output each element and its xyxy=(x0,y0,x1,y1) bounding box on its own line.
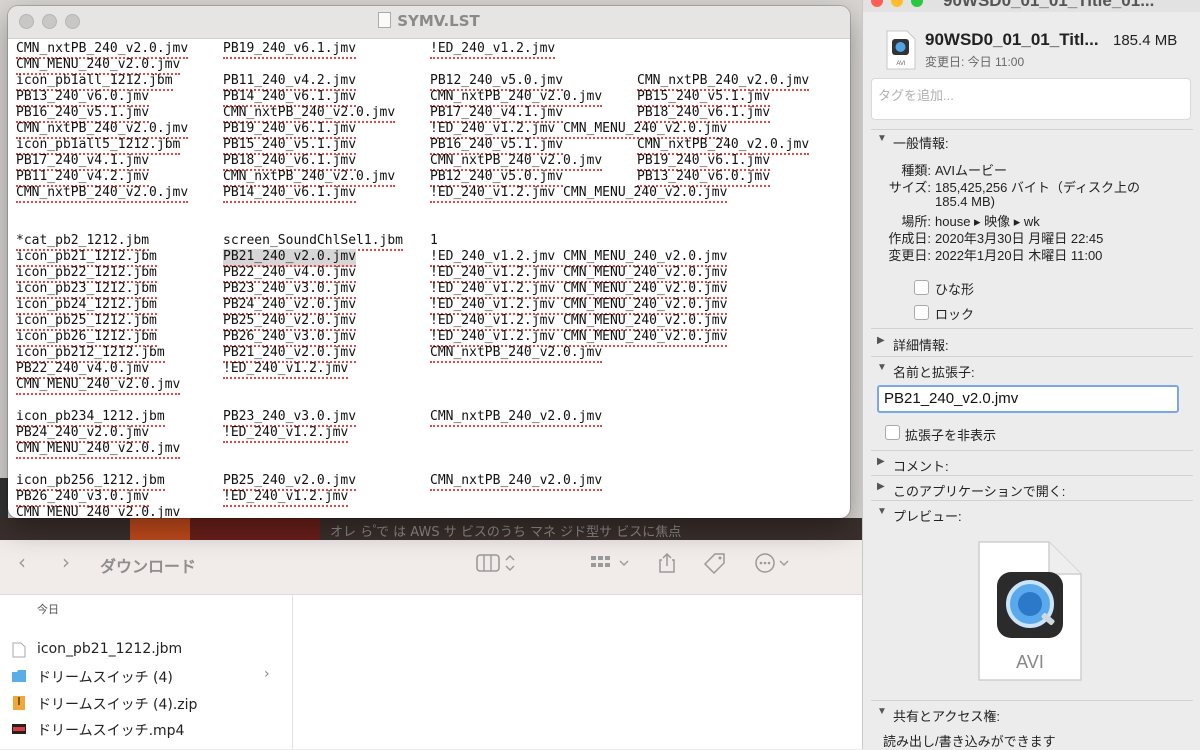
info-window-title: 90WSD0_01_01_Title_01... xyxy=(943,0,1155,10)
editor-line: CMN_MENU_240_v2.0.jmv xyxy=(8,377,850,395)
file-size: 185.4 MB xyxy=(1113,32,1178,49)
chevron-right-icon[interactable]: ▶ xyxy=(877,481,885,492)
chevron-right-icon[interactable]: ▶ xyxy=(877,456,885,467)
finder-window: ‹ › ダウンロード 今日 icon_pb21_1212.jbm ドリームスイッ… xyxy=(0,540,864,749)
editor-line: *cat_pb2_1212.jbm screen_SoundChlSel1.jbm… xyxy=(8,233,850,251)
editor-token: 1 xyxy=(430,233,438,248)
back-icon[interactable]: ‹ xyxy=(18,552,26,572)
editor-line: CMN_nxtPB_240_v2.0.jmv PB19_240_v6.1.jmv!… xyxy=(8,121,850,139)
editor-line: icon_pb24_1212.jbm PB24_240_v2.0.jmv !ED_2… xyxy=(8,297,850,315)
chevron-right-icon[interactable]: ▶ xyxy=(877,335,885,346)
editor-line: icon_pb1all_1212.jbm PB11_240_v4.2.jmv PB1… xyxy=(8,73,850,91)
editor-line: icon_pb22_1212.jbm PB22_240_v4.0.jmv !ED_2… xyxy=(8,265,850,283)
group-icon[interactable] xyxy=(590,553,634,576)
chevron-down-icon[interactable]: ▼ xyxy=(877,133,887,144)
tag-input[interactable]: タグを追加... xyxy=(871,78,1191,120)
editor-token: CMN_MENU_240_v2.0.jmv xyxy=(16,505,180,518)
editor-line: PB22_240_v4.0.jmv !ED_240_v1.2.jmv xyxy=(8,361,850,379)
background-web-content: オレ ら ゚で は AWS サ ビスのうち マネ ジド型サ ビスに焦点 xyxy=(0,518,862,542)
document-icon xyxy=(378,12,392,28)
editor-line: icon_pb25_1212.jbm PB25_240_v2.0.jmv !ED_2… xyxy=(8,313,850,331)
view-columns-icon[interactable] xyxy=(476,553,520,576)
editor-line: CMN_nxtPB_240_v2.0.jmv PB14_240_v6.1.jmv!… xyxy=(8,185,850,203)
hide-extension-checkbox[interactable] xyxy=(885,425,900,440)
chevron-down-icon[interactable]: ▼ xyxy=(877,362,887,373)
chevron-down-icon[interactable]: ▼ xyxy=(877,706,887,717)
svg-text:AVI: AVI xyxy=(896,61,906,67)
stationery-label: ひな形 xyxy=(935,282,975,297)
editor-line: PB17_240_v4.1.jmv PB18_240_v6.1.jmv CMN_nx… xyxy=(8,153,850,171)
name-extension-input[interactable]: PB21_240_v2.0.jmv xyxy=(877,385,1179,413)
size-value-disk: 185.4 MB) xyxy=(935,194,995,209)
editor-line: PB16_240_v5.1.jmv CMN_nxtPB_240_v2.0.jmv P… xyxy=(8,105,850,123)
editor-line: CMN_MENU_240_v2.0.jmv xyxy=(8,441,850,459)
file-row[interactable]: ドリームスイッチ (4).zip xyxy=(0,690,292,716)
chevron-right-icon[interactable]: › xyxy=(264,666,270,682)
modified-value: 2022年1月20日 木曜日 11:00 xyxy=(935,248,1103,263)
file-row[interactable]: ドリームスイッチ (4) › xyxy=(0,663,292,689)
zip-icon xyxy=(13,696,25,710)
close-button[interactable] xyxy=(871,0,883,7)
zoom-button[interactable] xyxy=(911,0,923,7)
document-icon xyxy=(12,642,26,658)
editor-line: icon_pb256_1212.jbm PB25_240_v2.0.jmv CMN_… xyxy=(8,473,850,491)
file-row[interactable]: ドリームスイッチ.mp4 xyxy=(0,716,292,742)
editor-line: icon_pb212_1212.jbm PB21_240_v2.0.jmv CMN_… xyxy=(8,345,850,363)
editor-title: SYMV.LST xyxy=(397,12,480,30)
stationery-checkbox[interactable] xyxy=(914,280,929,295)
tag-icon[interactable] xyxy=(703,552,727,577)
editor-line: PB24_240_v2.0.jmv !ED_240_v1.2.jmv xyxy=(8,425,850,443)
editor-line: icon_pb1all5_1212.jbm PB15_240_v5.1.jmv PB… xyxy=(8,137,850,155)
editor-line: icon_pb234_1212.jbm PB23_240_v3.0.jmv CMN_… xyxy=(8,409,850,427)
editor-line: PB11_240_v4.2.jmv CMN_nxtPB_240_v2.0.jmv P… xyxy=(8,169,850,187)
hide-extension-label: 拡張子を非表示 xyxy=(905,428,997,443)
editor-text-area[interactable]: CMN_nxtPB_240_v2.0.jmv PB19_240_v6.1.jmv!… xyxy=(8,39,850,518)
info-panel: 90WSD0_01_01_Title_01... AVI 90WSD0_01_0… xyxy=(862,0,1200,749)
sharing-text: 読み出し/書き込みができます xyxy=(883,734,1056,749)
editor-titlebar: SYMV.LST xyxy=(8,6,850,39)
info-titlebar: 90WSD0_01_01_Title_01... xyxy=(863,0,1200,12)
background-text: オレ ら ゚で は AWS サ ビスのうち マネ ジド型サ ビスに焦点 xyxy=(330,525,682,540)
text-editor-window: SYMV.LST CMN_nxtPB_240_v2.0.jmv PB19_240_… xyxy=(8,6,850,518)
share-icon[interactable] xyxy=(657,552,677,577)
video-icon xyxy=(12,724,26,734)
minimize-button[interactable] xyxy=(891,0,903,7)
forward-icon[interactable]: › xyxy=(62,552,70,572)
editor-line: icon_pb21_1212.jbm PB21_240_v2.0.jmv !ED_2… xyxy=(8,249,850,267)
locked-label: ロック xyxy=(935,307,975,322)
finder-toolbar: ‹ › ダウンロード xyxy=(0,540,864,595)
finder-title: ダウンロード xyxy=(100,557,197,576)
avi-preview-icon: AVI xyxy=(978,541,1082,681)
group-label-today: 今日 xyxy=(37,603,59,616)
editor-line: icon_pb23_1212.jbm PB23_240_v3.0.jmv !ED_2… xyxy=(8,281,850,299)
locked-checkbox[interactable] xyxy=(914,305,929,320)
file-row[interactable]: icon_pb21_1212.jbm xyxy=(0,637,292,663)
svg-text:AVI: AVI xyxy=(1016,652,1044,672)
editor-line: CMN_nxtPB_240_v2.0.jmv PB19_240_v6.1.jmv!… xyxy=(8,41,850,59)
avi-file-icon: AVI xyxy=(886,30,916,70)
editor-line: CMN_MENU_240_v2.0.jmv xyxy=(8,57,850,75)
editor-line: CMN_MENU_240_v2.0.jmv xyxy=(8,505,850,518)
editor-line: PB26_240_v3.0.jmv !ED_240_v1.2.jmv xyxy=(8,489,850,507)
background-window-edge xyxy=(0,478,8,518)
more-actions-icon[interactable] xyxy=(754,552,794,577)
folder-icon xyxy=(12,670,26,682)
editor-line: icon_pb26_1212.jbm PB26_240_v3.0.jmv !ED_2… xyxy=(8,329,850,347)
file-list: 今日 icon_pb21_1212.jbm ドリームスイッチ (4) › ドリー… xyxy=(0,595,293,749)
editor-line: PB13_240_v6.0.jmv PB14_240_v6.1.jmv CMN_nx… xyxy=(8,89,850,107)
modified-short: 変更日: 今日 11:00 xyxy=(925,55,1025,69)
file-name: 90WSD0_01_01_Titl... xyxy=(925,30,1099,49)
chevron-down-icon[interactable]: ▼ xyxy=(877,506,887,517)
